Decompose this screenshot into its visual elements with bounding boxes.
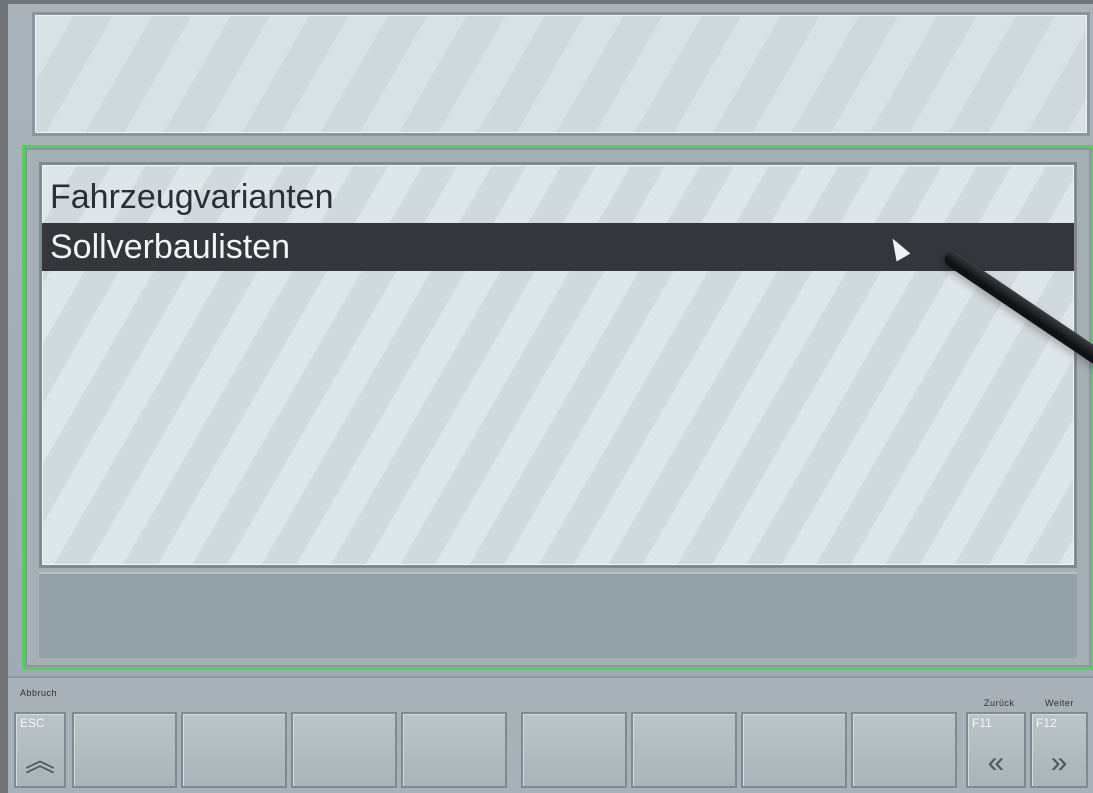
function-key-3-button[interactable]	[291, 712, 397, 788]
esc-key-button[interactable]: ESC ︽	[14, 712, 66, 788]
list-item-sollverbaulisten[interactable]: Sollverbaulisten	[42, 223, 1074, 271]
selection-list: Fahrzeugvarianten Sollverbaulisten	[39, 162, 1077, 568]
f12-keycap: F12	[1036, 716, 1057, 730]
next-button-f12[interactable]: F12 »	[1030, 712, 1088, 788]
main-frame: Fahrzeugvarianten Sollverbaulisten	[22, 145, 1093, 670]
back-label: Zurück	[984, 698, 1015, 708]
function-key-4-button[interactable]	[401, 712, 507, 788]
esc-keycap: ESC	[20, 716, 45, 730]
abbruch-label: Abbruch	[20, 688, 58, 698]
function-key-2-button[interactable]	[181, 712, 287, 788]
list-item-fahrzeugvarianten[interactable]: Fahrzeugvarianten	[42, 173, 1074, 221]
header-panel	[32, 12, 1090, 136]
screen: Fahrzeugvarianten Sollverbaulisten Abbru…	[8, 4, 1093, 793]
function-key-5-button[interactable]	[521, 712, 627, 788]
function-key-bar: Abbruch Zurück Weiter ESC ︽ F11 « F12 »	[8, 676, 1093, 793]
function-key-7-button[interactable]	[741, 712, 847, 788]
next-label: Weiter	[1045, 698, 1074, 708]
double-chevron-up-icon: ︽	[25, 745, 55, 778]
function-key-8-button[interactable]	[851, 712, 957, 788]
back-button-f11[interactable]: F11 «	[966, 712, 1026, 788]
function-key-1-button[interactable]	[72, 712, 177, 788]
double-chevron-right-icon: »	[1050, 746, 1068, 779]
f11-keycap: F11	[972, 716, 992, 730]
double-chevron-left-icon: «	[987, 746, 1005, 779]
status-area	[39, 572, 1077, 658]
function-key-6-button[interactable]	[631, 712, 737, 788]
